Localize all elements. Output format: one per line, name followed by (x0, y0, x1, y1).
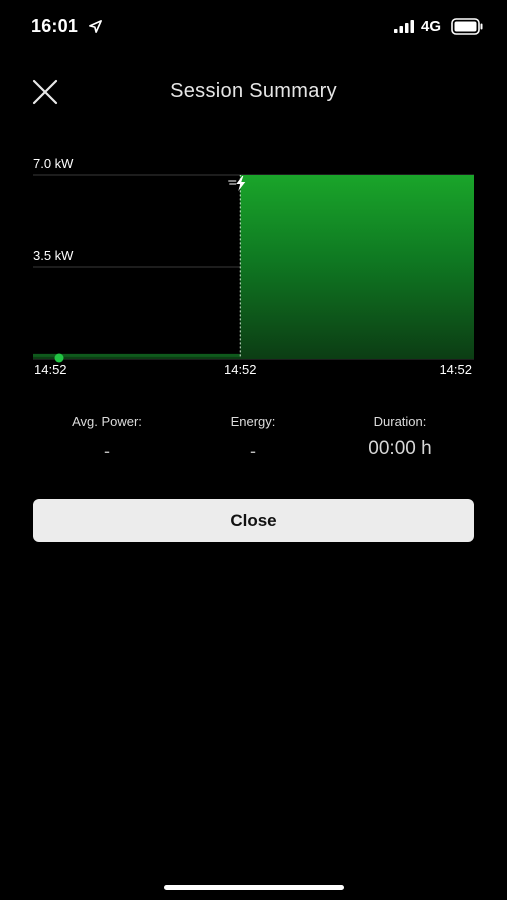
network-type: 4G (421, 18, 442, 35)
energy-stat: Energy: - (183, 414, 323, 462)
y-tick-label: 7.0 kW (33, 156, 74, 171)
close-button[interactable]: Close (33, 499, 474, 542)
page-title: Session Summary (170, 80, 337, 102)
status-time: 16:01 (31, 16, 79, 36)
cellular-signal-icon (394, 20, 414, 33)
x-tick-label: 14:52 (439, 362, 472, 377)
home-indicator[interactable] (164, 885, 344, 890)
energy-value: - (250, 441, 256, 461)
y-tick-label: 3.5 kW (33, 248, 74, 263)
energy-label: Energy: (230, 414, 276, 429)
avg-power-stat: Avg. Power: - (37, 414, 177, 462)
duration-label: Duration: (373, 414, 427, 429)
duration-value: 00:00 h (368, 438, 432, 459)
duration-stat: Duration: 00:00 h (330, 414, 470, 460)
location-arrow-icon (89, 20, 102, 33)
avg-power-value: - (104, 441, 110, 461)
battery-icon (451, 18, 483, 35)
avg-power-label: Avg. Power: (72, 414, 142, 429)
x-tick-label: 14:52 (224, 362, 257, 377)
power-chart-svg: 7.0 kW 3.5 kW 14:52 14:52 14:52 (33, 156, 474, 377)
power-chart: 7.0 kW 3.5 kW 14:52 14:52 14:52 (0, 140, 507, 385)
x-tick-label: 14:52 (34, 362, 67, 377)
status-bar: 16:01 4G (0, 0, 507, 54)
